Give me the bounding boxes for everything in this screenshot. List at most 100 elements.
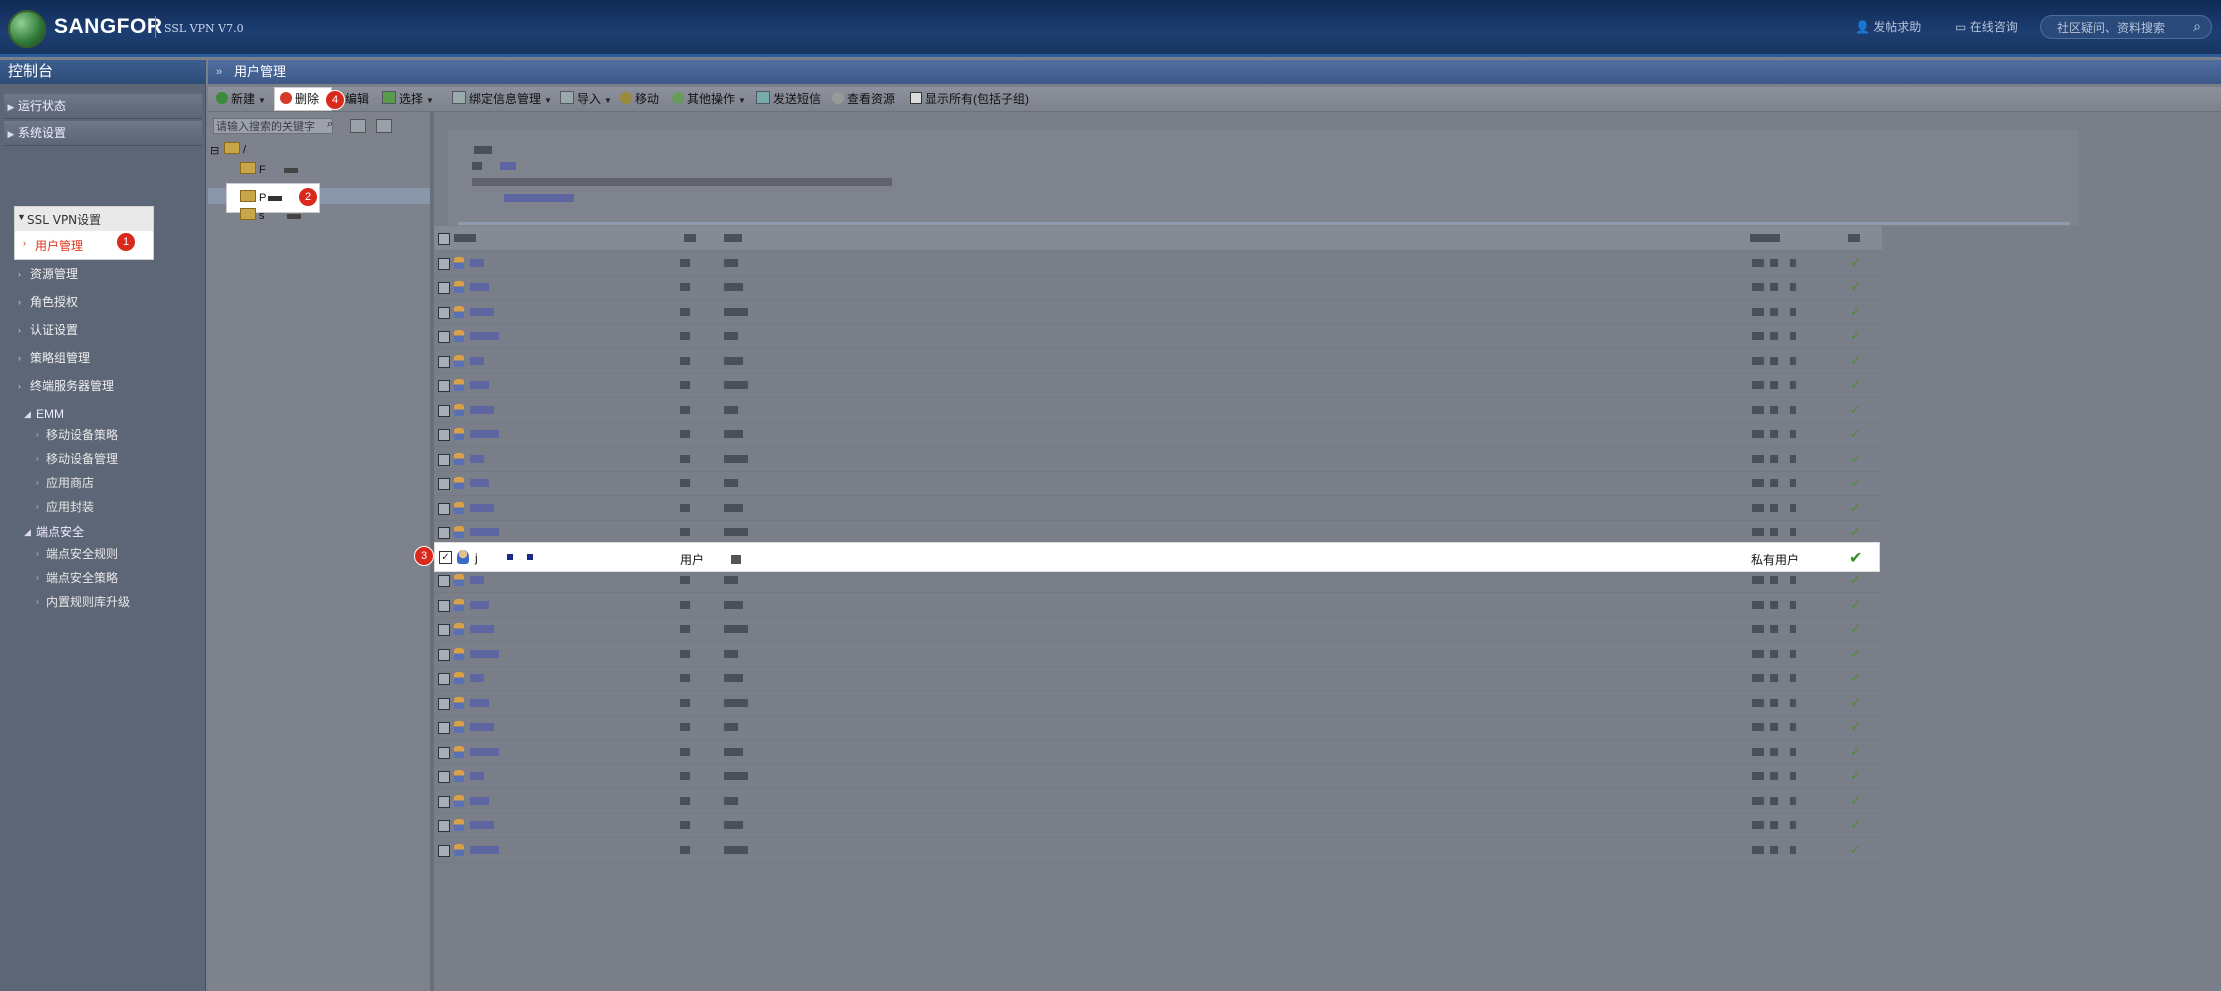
row-checkbox[interactable] [438, 502, 450, 515]
table-row[interactable]: ✓ [434, 398, 1882, 423]
nav-terminal-server[interactable]: › 终端服务器管理 [18, 375, 114, 397]
new-button[interactable]: 新建 ▼ [216, 91, 266, 107]
row-checkbox[interactable] [438, 282, 450, 294]
row-checkbox[interactable] [438, 820, 450, 832]
table-row[interactable]: ✓ [434, 275, 1882, 300]
nav-policy-group[interactable]: › 策略组管理 [18, 347, 90, 369]
select-all-checkbox[interactable] [438, 233, 450, 245]
chevron-right-icon: ▶ [7, 102, 15, 112]
table-row[interactable]: ✓ [434, 471, 1882, 496]
show-all-toggle[interactable]: 显示所有(包括子组) [910, 91, 1029, 107]
table-row[interactable]: ✓ [434, 813, 1882, 838]
bind-info-button[interactable]: 绑定信息管理 ▼ [452, 91, 552, 107]
row-checkbox[interactable] [438, 648, 450, 661]
table-row[interactable]: ✓ [434, 715, 1882, 740]
row-checkbox[interactable] [438, 429, 450, 441]
row-checkbox[interactable] [438, 624, 450, 636]
select-button[interactable]: 选择 ▼ [382, 91, 434, 107]
row-checkbox[interactable] [438, 673, 450, 685]
row-checkbox[interactable] [438, 257, 450, 270]
list-view-icon[interactable] [376, 119, 392, 133]
nav-group-endpoint-security[interactable]: ◢ 端点安全 [24, 522, 84, 542]
redacted-mark [1770, 845, 1778, 854]
table-row[interactable]: ✓ [434, 373, 1882, 398]
nav-user-management[interactable]: 用户管理 [35, 237, 83, 254]
other-ops-button[interactable]: 其他操作 ▼ [672, 91, 746, 107]
table-row[interactable]: ✓ [434, 789, 1882, 814]
table-row[interactable]: ✓ [434, 593, 1882, 618]
send-sms-button[interactable]: 发送短信 [756, 91, 821, 107]
view-resource-button[interactable]: 查看资源 [832, 91, 895, 107]
redacted-mark [1752, 283, 1764, 291]
nav-app-store[interactable]: › 应用商店 [36, 473, 94, 493]
row-checkbox[interactable] [438, 599, 450, 612]
table-row[interactable]: ✓ [434, 300, 1882, 325]
tree-node-f[interactable]: F [240, 162, 298, 176]
table-row[interactable]: ✓ [434, 838, 1882, 863]
nav-resource-management[interactable]: › 资源管理 [18, 263, 78, 285]
online-consult-link[interactable]: ▭ 在线咨询 [1955, 18, 2018, 35]
nav-mobile-policy[interactable]: › 移动设备策略 [36, 425, 118, 445]
table-row[interactable]: ✓ [434, 764, 1882, 789]
delete-button[interactable]: 删除 [280, 91, 319, 107]
row-checkbox[interactable] [438, 697, 450, 710]
import-button[interactable]: 导入 ▼ [560, 91, 612, 107]
show-all-checkbox[interactable] [910, 92, 922, 104]
row-checkbox[interactable] [438, 722, 450, 734]
redacted-mark [680, 576, 690, 584]
row-checkbox[interactable] [438, 844, 450, 857]
row-checkbox[interactable] [438, 355, 450, 368]
table-row[interactable]: ✓ [434, 251, 1882, 276]
row-checkbox[interactable] [438, 453, 450, 466]
table-row[interactable]: ✓ [434, 740, 1882, 765]
row-checkbox[interactable] [438, 527, 450, 539]
row-checkbox[interactable] [438, 380, 450, 392]
move-button[interactable]: 移动 [620, 91, 659, 107]
nav-sslvpn-settings[interactable]: SSL VPN设置 [27, 211, 101, 228]
user-icon [454, 305, 464, 318]
row-checkbox[interactable] [438, 575, 450, 587]
tree-search-input[interactable]: 请输入搜索的关键字 [213, 118, 333, 134]
expand-all-icon[interactable] [350, 119, 366, 133]
nav-endpoint-rules[interactable]: › 端点安全规则 [36, 544, 118, 564]
table-row[interactable]: ✓ [434, 666, 1882, 691]
nav-run-status[interactable]: ▶ 运行状态 [4, 94, 202, 119]
redacted-mark [1790, 332, 1796, 340]
nav-auth-settings[interactable]: › 认证设置 [18, 319, 78, 341]
table-row[interactable]: ✓ [434, 496, 1882, 521]
folder-icon [240, 162, 256, 174]
row-checkbox[interactable] [438, 771, 450, 783]
search-icon[interactable]: ⌕ [2193, 18, 2201, 35]
edit-button[interactable]: 编辑 [345, 91, 369, 107]
tree-node-s[interactable]: s [240, 208, 301, 222]
row-checkbox[interactable] [438, 404, 450, 417]
nav-system-settings[interactable]: ▶ 系统设置 [4, 121, 202, 146]
nav-group-emm[interactable]: ◢ EMM [24, 404, 64, 424]
table-row[interactable]: ✓ [434, 324, 1882, 349]
nav-app-wrap[interactable]: › 应用封装 [36, 497, 94, 517]
selected-user-row[interactable]: ✓ j 用户 私有用户 ✔ [434, 542, 1880, 572]
table-row[interactable]: ✓ [434, 642, 1882, 667]
help-post-link[interactable]: 👤 发帖求助 [1855, 18, 1921, 35]
nav-role-authorization[interactable]: › 角色授权 [18, 291, 78, 313]
table-row[interactable]: ✓ [434, 349, 1882, 374]
table-row[interactable]: ✓ [434, 617, 1882, 642]
row-checkbox[interactable] [438, 331, 450, 343]
table-row[interactable]: ✓ [434, 422, 1882, 447]
tree-root[interactable]: / [224, 142, 246, 156]
search-icon[interactable]: ⌕ [327, 118, 339, 132]
row-checkbox[interactable] [438, 746, 450, 759]
tree-collapse-icon[interactable]: ⊟ [210, 144, 219, 157]
redacted-mark [1770, 698, 1778, 707]
table-row[interactable]: ✓ [434, 447, 1882, 472]
community-search-input[interactable]: 社区疑问、资料搜索 ⌕ [2040, 15, 2212, 39]
nav-endpoint-policy[interactable]: › 端点安全策略 [36, 568, 118, 588]
table-row[interactable]: ✓ [434, 691, 1882, 716]
row-checkbox[interactable] [438, 306, 450, 319]
nav-rule-upgrade[interactable]: › 内置规则库升级 [36, 592, 130, 612]
nav-mobile-device[interactable]: › 移动设备管理 [36, 449, 118, 469]
row-checkbox[interactable] [438, 795, 450, 808]
tree-node-p[interactable]: P [240, 190, 283, 204]
row-checkbox[interactable] [438, 478, 450, 490]
row-checkbox-checked[interactable]: ✓ [439, 551, 452, 564]
